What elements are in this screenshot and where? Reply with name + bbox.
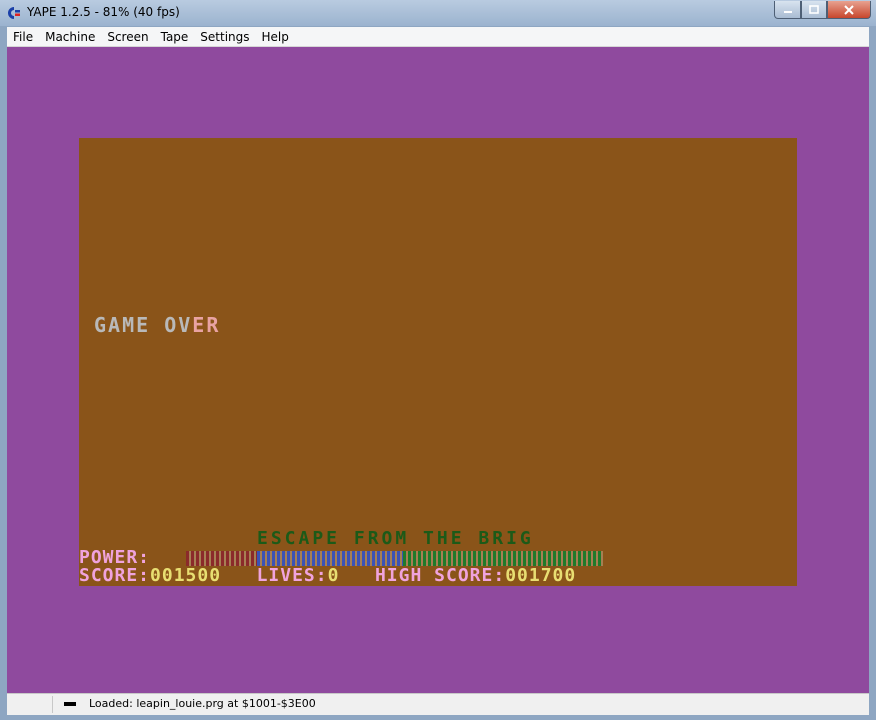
- app-window: YAPE 1.2.5 - 81% (40 fps) File Machine S…: [0, 0, 876, 720]
- power-bar-segment: [186, 551, 257, 566]
- level-title: ESCAPE FROM THE BRIG: [257, 528, 534, 549]
- title-bar[interactable]: YAPE 1.2.5 - 81% (40 fps): [0, 0, 876, 26]
- game-over-main: GAME OV: [94, 313, 193, 337]
- power-bar-segment: [402, 551, 603, 566]
- status-text: Loaded: leapin_louie.prg at $1001-$3E00: [89, 697, 316, 710]
- menu-machine[interactable]: Machine: [39, 30, 101, 44]
- maximize-button[interactable]: [801, 1, 827, 19]
- window-title: YAPE 1.2.5 - 81% (40 fps): [27, 5, 180, 19]
- commodore-logo-icon: [8, 7, 20, 19]
- game-over-text: GAME OVER: [94, 313, 220, 337]
- menu-tape[interactable]: Tape: [155, 30, 195, 44]
- high-score-value: 001700: [505, 565, 577, 586]
- menu-bar: File Machine Screen Tape Settings Help: [7, 27, 869, 47]
- close-button[interactable]: [827, 1, 871, 19]
- power-bar: [186, 551, 603, 566]
- game-over-accent: ER: [192, 313, 221, 337]
- maximize-icon: [809, 5, 819, 14]
- lives-label: LIVES:: [256, 565, 328, 586]
- lives-value: 0: [327, 565, 340, 586]
- close-icon: [844, 4, 854, 15]
- score-value: 001500: [150, 565, 222, 586]
- menu-help[interactable]: Help: [256, 30, 295, 44]
- menu-file[interactable]: File: [7, 30, 39, 44]
- high-score-label: HIGH SCORE:: [374, 565, 506, 586]
- power-bar-segment: [256, 551, 403, 566]
- minimize-icon: [783, 10, 792, 13]
- status-bar: Loaded: leapin_louie.prg at $1001-$3E00: [7, 693, 869, 715]
- game-playfield: GAME OVER ESCAPE FROM THE BRIG POWER: SC…: [79, 138, 797, 586]
- emulator-screen[interactable]: GAME OVER ESCAPE FROM THE BRIG POWER: SC…: [7, 47, 869, 693]
- tape-indicator-icon: [64, 702, 76, 706]
- menu-settings[interactable]: Settings: [194, 30, 255, 44]
- minimize-button[interactable]: [774, 1, 801, 19]
- status-divider: [52, 696, 53, 713]
- score-row: SCORE:001500 LIVES:0 HIGH SCORE:001700: [79, 567, 576, 585]
- score-label: SCORE:: [79, 565, 151, 586]
- menu-screen[interactable]: Screen: [101, 30, 154, 44]
